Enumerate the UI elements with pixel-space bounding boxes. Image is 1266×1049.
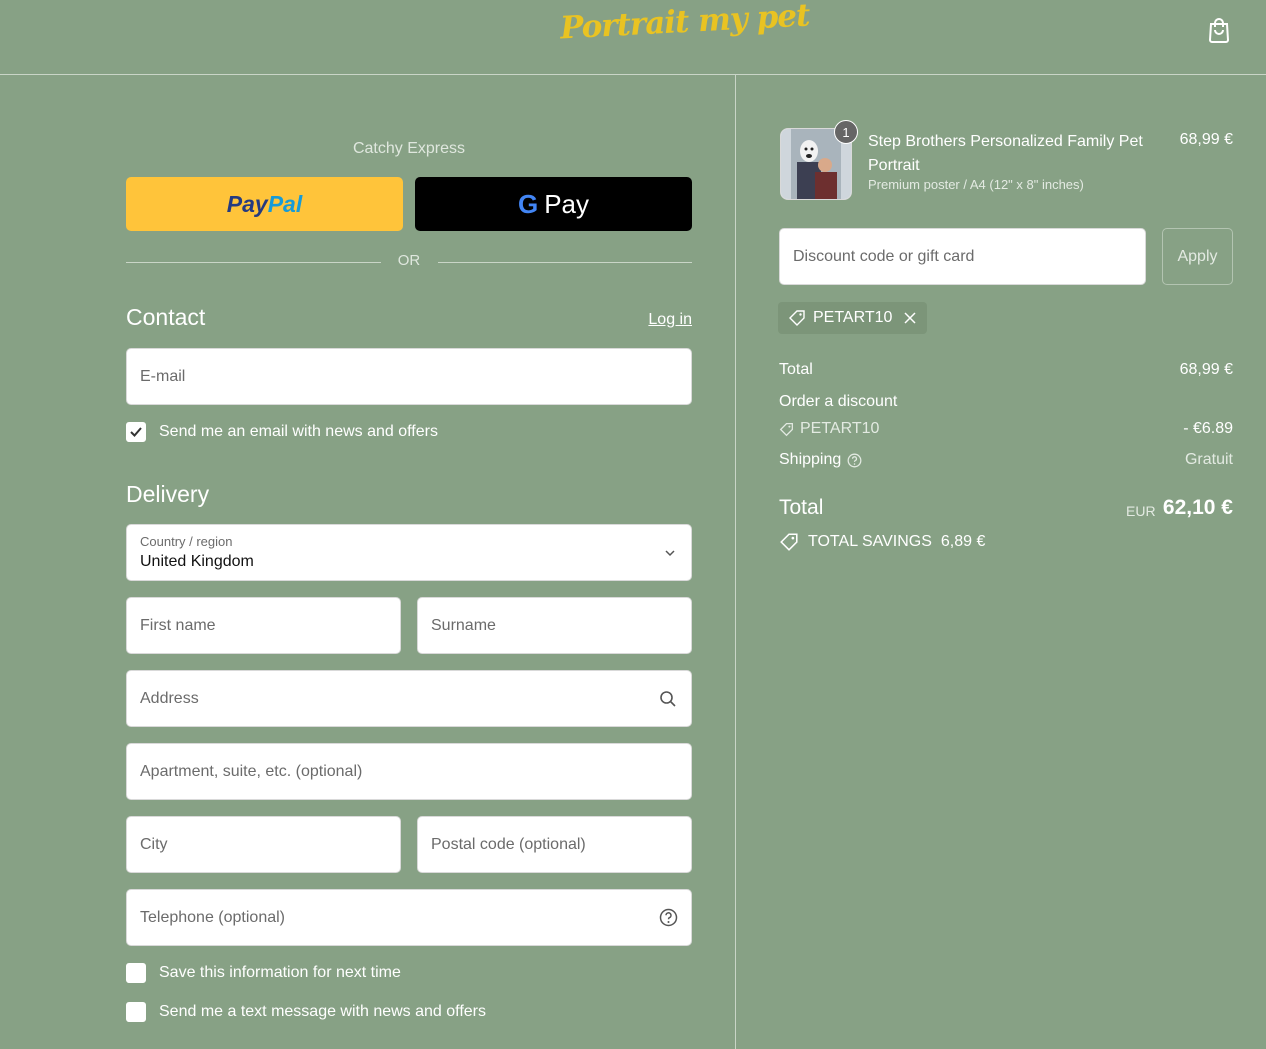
country-value: United Kingdom	[140, 553, 254, 570]
shipping-label: Shipping	[779, 451, 842, 468]
sms-label: Send me a text message with news and off…	[159, 1003, 486, 1020]
search-icon[interactable]	[659, 690, 677, 708]
google-pay-label: Pay	[544, 188, 590, 219]
sms-checkbox[interactable]	[126, 1002, 146, 1022]
discount-code-label: PETART10	[800, 420, 880, 437]
tag-icon	[789, 310, 805, 326]
save-info-checkbox[interactable]	[126, 963, 146, 983]
paypal-logo-pay: Pay	[226, 190, 268, 217]
help-circle-icon[interactable]	[847, 453, 862, 468]
product-name: Step Brothers Personalized Family Pet Po…	[868, 133, 1143, 174]
google-g-icon: G	[517, 188, 539, 219]
shopping-bag-icon[interactable]	[1206, 16, 1232, 44]
or-separator: OR	[126, 252, 692, 272]
applied-discount-chip: PETART10	[778, 302, 928, 334]
savings-label: TOTAL SAVINGS	[808, 533, 932, 550]
postal-code-field[interactable]	[417, 816, 692, 873]
or-label: OR	[397, 252, 421, 269]
telephone-field[interactable]	[126, 889, 692, 946]
discount-code-row: PETART10	[779, 420, 879, 438]
country-label: Country / region	[140, 534, 233, 549]
delivery-title: Delivery	[126, 481, 210, 507]
or-line-right	[438, 262, 692, 263]
total-savings: TOTAL SAVINGS 6,89 €	[779, 532, 985, 552]
apartment-field[interactable]	[126, 743, 692, 800]
grand-total-value: 62,10 €	[1162, 496, 1233, 519]
quantity-badge: 1	[834, 120, 858, 144]
first-name-field[interactable]	[126, 597, 401, 654]
save-info-label: Save this information for next time	[159, 964, 401, 981]
paypal-logo-pal: Pal	[267, 190, 303, 217]
surname-field[interactable]	[417, 597, 692, 654]
subtotal-label: Total	[779, 361, 813, 378]
newsletter-checkbox[interactable]	[126, 422, 146, 442]
logo[interactable]: Portrait my pet	[559, 0, 810, 47]
sms-checkbox-row[interactable]: Send me a text message with news and off…	[126, 1002, 486, 1022]
paypal-button[interactable]: PayPal	[126, 177, 403, 231]
shipping-row: Shipping	[779, 451, 862, 469]
newsletter-label: Send me an email with news and offers	[159, 423, 438, 440]
savings-value: 6,89 €	[940, 533, 986, 550]
help-circle-icon[interactable]	[659, 908, 678, 927]
product-variant: Premium poster / A4 (12" x 8" inches)	[868, 177, 1084, 192]
address-field[interactable]	[126, 670, 692, 727]
express-checkout-title: Catchy Express	[352, 140, 466, 157]
contact-title: Contact	[126, 304, 206, 330]
google-pay-button[interactable]: G Pay	[415, 177, 692, 231]
discount-value: - €6.89	[1183, 420, 1233, 437]
paypal-logo: PayPal	[227, 191, 302, 218]
tag-icon	[780, 533, 798, 551]
currency-code: EUR	[1126, 503, 1156, 519]
newsletter-checkbox-row[interactable]: Send me an email with news and offers	[126, 422, 438, 442]
subtotal-value: 68,99 €	[1179, 361, 1233, 378]
column-divider	[735, 75, 736, 1049]
header: Portrait my pet	[0, 0, 1266, 75]
city-field[interactable]	[126, 816, 401, 873]
discount-code-field[interactable]	[779, 228, 1146, 285]
apply-button[interactable]: Apply	[1162, 228, 1233, 285]
order-discount-label: Order a discount	[779, 393, 898, 410]
login-link[interactable]: Log in	[620, 311, 692, 329]
email-field[interactable]	[126, 348, 692, 405]
close-icon[interactable]	[903, 311, 917, 325]
tag-icon	[779, 422, 793, 436]
country-select[interactable]: Country / region United Kingdom	[126, 524, 692, 581]
product-price: 68,99 €	[1179, 131, 1233, 148]
chevron-down-icon	[665, 550, 675, 557]
checkmark-icon	[130, 427, 142, 437]
applied-discount-code: PETART10	[813, 309, 893, 326]
shipping-value: Gratuit	[1184, 451, 1233, 468]
save-info-checkbox-row[interactable]: Save this information for next time	[126, 963, 401, 983]
grand-total-label: Total	[779, 496, 824, 519]
